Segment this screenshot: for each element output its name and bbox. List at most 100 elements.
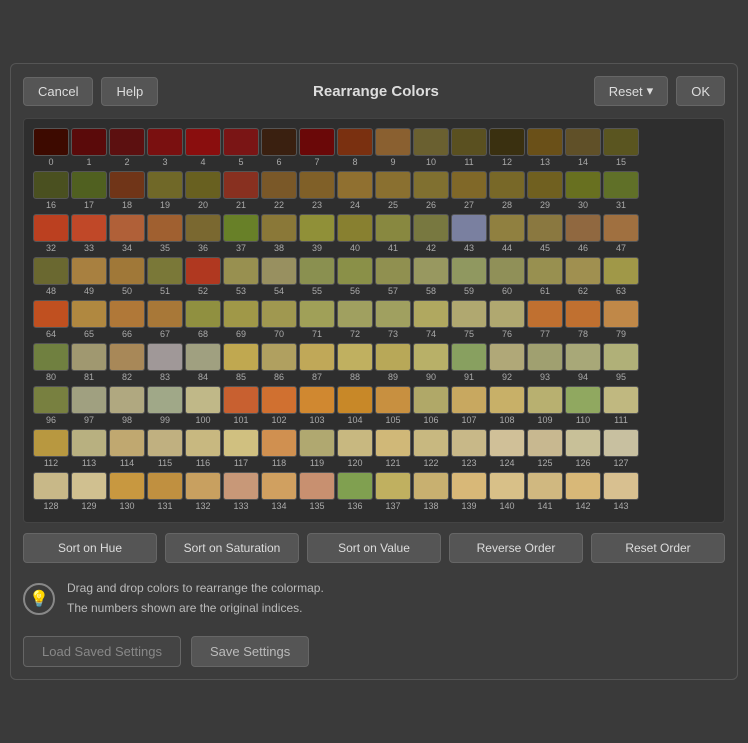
color-cell[interactable]: 141 (527, 472, 563, 511)
color-cell[interactable]: 50 (109, 257, 145, 296)
color-cell[interactable]: 107 (451, 386, 487, 425)
color-cell[interactable]: 73 (375, 300, 411, 339)
color-cell[interactable]: 22 (261, 171, 297, 210)
color-cell[interactable]: 19 (147, 171, 183, 210)
color-cell[interactable]: 53 (223, 257, 259, 296)
color-cell[interactable]: 142 (565, 472, 601, 511)
color-cell[interactable]: 114 (109, 429, 145, 468)
color-cell[interactable]: 130 (109, 472, 145, 511)
color-cell[interactable]: 98 (109, 386, 145, 425)
color-cell[interactable]: 66 (109, 300, 145, 339)
color-cell[interactable]: 79 (603, 300, 639, 339)
color-cell[interactable]: 1 (71, 128, 107, 167)
color-cell[interactable]: 118 (261, 429, 297, 468)
color-cell[interactable]: 65 (71, 300, 107, 339)
save-settings-button[interactable]: Save Settings (191, 636, 309, 667)
color-cell[interactable]: 135 (299, 472, 335, 511)
color-cell[interactable]: 56 (337, 257, 373, 296)
color-cell[interactable]: 47 (603, 214, 639, 253)
sort-value-button[interactable]: Sort on Value (307, 533, 441, 563)
color-cell[interactable]: 127 (603, 429, 639, 468)
color-cell[interactable]: 24 (337, 171, 373, 210)
color-cell[interactable]: 140 (489, 472, 525, 511)
color-cell[interactable]: 11 (451, 128, 487, 167)
color-cell[interactable]: 121 (375, 429, 411, 468)
color-cell[interactable]: 36 (185, 214, 221, 253)
color-cell[interactable]: 109 (527, 386, 563, 425)
color-cell[interactable]: 18 (109, 171, 145, 210)
color-cell[interactable]: 13 (527, 128, 563, 167)
reset-button[interactable]: Reset ▾ (594, 76, 669, 106)
color-cell[interactable]: 67 (147, 300, 183, 339)
color-cell[interactable]: 113 (71, 429, 107, 468)
color-cell[interactable]: 68 (185, 300, 221, 339)
color-cell[interactable]: 128 (33, 472, 69, 511)
color-cell[interactable]: 63 (603, 257, 639, 296)
color-cell[interactable]: 40 (337, 214, 373, 253)
sort-saturation-button[interactable]: Sort on Saturation (165, 533, 299, 563)
color-cell[interactable]: 117 (223, 429, 259, 468)
color-cell[interactable]: 119 (299, 429, 335, 468)
color-cell[interactable]: 134 (261, 472, 297, 511)
color-cell[interactable]: 136 (337, 472, 373, 511)
color-cell[interactable]: 108 (489, 386, 525, 425)
color-cell[interactable]: 139 (451, 472, 487, 511)
color-cell[interactable]: 25 (375, 171, 411, 210)
color-cell[interactable]: 129 (71, 472, 107, 511)
color-cell[interactable]: 21 (223, 171, 259, 210)
color-cell[interactable]: 125 (527, 429, 563, 468)
color-cell[interactable]: 12 (489, 128, 525, 167)
color-cell[interactable]: 43 (451, 214, 487, 253)
color-cell[interactable]: 44 (489, 214, 525, 253)
color-cell[interactable]: 46 (565, 214, 601, 253)
color-cell[interactable]: 48 (33, 257, 69, 296)
color-cell[interactable]: 64 (33, 300, 69, 339)
color-cell[interactable]: 124 (489, 429, 525, 468)
color-cell[interactable]: 15 (603, 128, 639, 167)
color-cell[interactable]: 58 (413, 257, 449, 296)
color-cell[interactable]: 100 (185, 386, 221, 425)
color-cell[interactable]: 71 (299, 300, 335, 339)
color-cell[interactable]: 4 (185, 128, 221, 167)
color-cell[interactable]: 33 (71, 214, 107, 253)
color-cell[interactable]: 91 (451, 343, 487, 382)
color-cell[interactable]: 39 (299, 214, 335, 253)
color-cell[interactable]: 137 (375, 472, 411, 511)
color-cell[interactable]: 81 (71, 343, 107, 382)
color-cell[interactable]: 38 (261, 214, 297, 253)
color-cell[interactable]: 90 (413, 343, 449, 382)
color-cell[interactable]: 80 (33, 343, 69, 382)
color-cell[interactable]: 103 (299, 386, 335, 425)
color-cell[interactable]: 110 (565, 386, 601, 425)
color-cell[interactable]: 61 (527, 257, 563, 296)
color-cell[interactable]: 29 (527, 171, 563, 210)
color-cell[interactable]: 20 (185, 171, 221, 210)
color-cell[interactable]: 0 (33, 128, 69, 167)
color-cell[interactable]: 28 (489, 171, 525, 210)
color-cell[interactable]: 76 (489, 300, 525, 339)
color-cell[interactable]: 84 (185, 343, 221, 382)
color-cell[interactable]: 51 (147, 257, 183, 296)
color-cell[interactable]: 97 (71, 386, 107, 425)
color-cell[interactable]: 86 (261, 343, 297, 382)
color-cell[interactable]: 126 (565, 429, 601, 468)
color-cell[interactable]: 52 (185, 257, 221, 296)
color-cell[interactable]: 89 (375, 343, 411, 382)
color-cell[interactable]: 94 (565, 343, 601, 382)
color-cell[interactable]: 112 (33, 429, 69, 468)
color-cell[interactable]: 87 (299, 343, 335, 382)
color-cell[interactable]: 30 (565, 171, 601, 210)
help-button[interactable]: Help (101, 77, 158, 106)
color-cell[interactable]: 59 (451, 257, 487, 296)
color-cell[interactable]: 41 (375, 214, 411, 253)
color-cell[interactable]: 42 (413, 214, 449, 253)
color-cell[interactable]: 9 (375, 128, 411, 167)
color-cell[interactable]: 92 (489, 343, 525, 382)
color-cell[interactable]: 132 (185, 472, 221, 511)
color-cell[interactable]: 34 (109, 214, 145, 253)
color-cell[interactable]: 31 (603, 171, 639, 210)
color-cell[interactable]: 55 (299, 257, 335, 296)
color-cell[interactable]: 77 (527, 300, 563, 339)
color-cell[interactable]: 45 (527, 214, 563, 253)
color-cell[interactable]: 82 (109, 343, 145, 382)
